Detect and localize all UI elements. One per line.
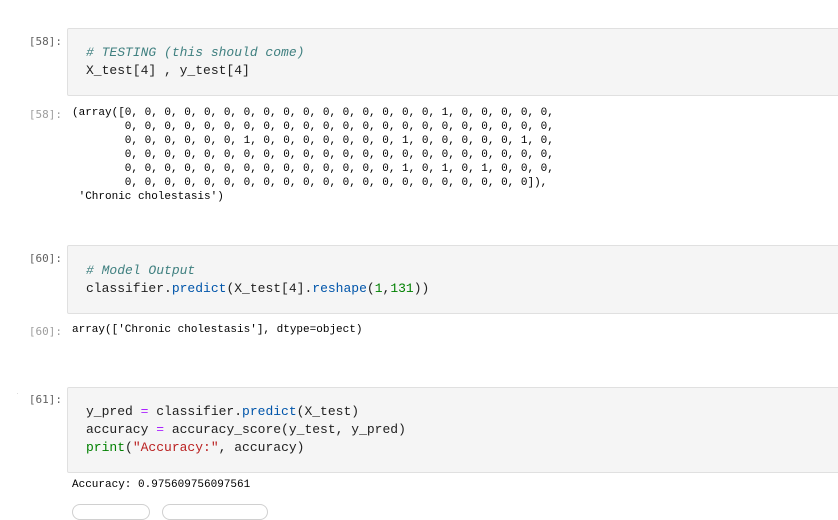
code-editor-58[interactable]: # TESTING (this should come) X_test[4] ,… (86, 44, 304, 80)
output-line: (array([0, 0, 0, 0, 0, 0, 0, 0, 0, 0, 0,… (72, 107, 554, 119)
output-area-60: array(['Chronic cholestasis'], dtype=obj… (72, 324, 363, 336)
code-token: y_pred (86, 404, 141, 419)
code-comment: # Model Output (86, 263, 196, 278)
cell-toolbar-button[interactable] (162, 504, 268, 520)
input-prompt-61: [61]: (28, 393, 62, 406)
code-editor-61[interactable]: y_pred = classifier.predict(X_test) accu… (86, 403, 406, 457)
cell-toolbar-button[interactable] (72, 504, 150, 520)
output-prompt-58: [58]: (28, 108, 62, 121)
code-line: X_test[4] , y_test[4] (86, 63, 250, 78)
code-token: ( (366, 281, 375, 296)
output-area-58: (array([0, 0, 0, 0, 0, 0, 0, 0, 0, 0, 0,… (72, 106, 554, 204)
output-line: 0, 0, 0, 0, 0, 0, 0, 0, 0, 0, 0, 0, 0, 0… (72, 163, 554, 175)
code-token: = (156, 422, 165, 437)
code-token: ( (125, 440, 133, 455)
code-token: classifier. (148, 404, 243, 419)
input-prompt-60: [60]: (28, 252, 62, 265)
code-token: (X_test[4]. (226, 281, 313, 296)
output-line: 0, 0, 0, 0, 0, 0, 0, 0, 0, 0, 0, 0, 0, 0… (72, 149, 554, 161)
output-line: 0, 0, 0, 0, 0, 0, 0, 0, 0, 0, 0, 0, 0, 0… (72, 121, 554, 133)
code-token: accuracy_score(y_test, y_pred) (164, 422, 406, 437)
code-token: print (86, 440, 126, 455)
code-token: (X_test) (296, 404, 360, 419)
code-token: )) (413, 281, 430, 296)
code-token: accuracy (86, 422, 157, 437)
output-line: 0, 0, 0, 0, 0, 0, 0, 0, 0, 0, 0, 0, 0, 0… (72, 177, 548, 189)
output-line: 0, 0, 0, 0, 0, 0, 1, 0, 0, 0, 0, 0, 0, 0… (72, 135, 554, 147)
code-token: predict (171, 281, 227, 296)
code-token: classifier. (86, 281, 172, 296)
code-token: predict (242, 404, 297, 419)
input-prompt-58: [58]: (28, 35, 62, 48)
output-area-61: Accuracy: 0.975609756097561 (72, 479, 251, 491)
code-comment: # TESTING (this should come) (86, 45, 305, 60)
code-token: 131 (390, 281, 414, 296)
code-token: , accuracy) (218, 440, 305, 455)
code-token: "Accuracy:" (132, 440, 219, 455)
output-line: 'Chronic cholestasis') (72, 191, 224, 203)
code-token: reshape (312, 281, 367, 296)
code-token: 1 (374, 281, 383, 296)
code-editor-60[interactable]: # Model Output classifier.predict(X_test… (86, 262, 429, 298)
output-prompt-60: [60]: (28, 325, 62, 338)
